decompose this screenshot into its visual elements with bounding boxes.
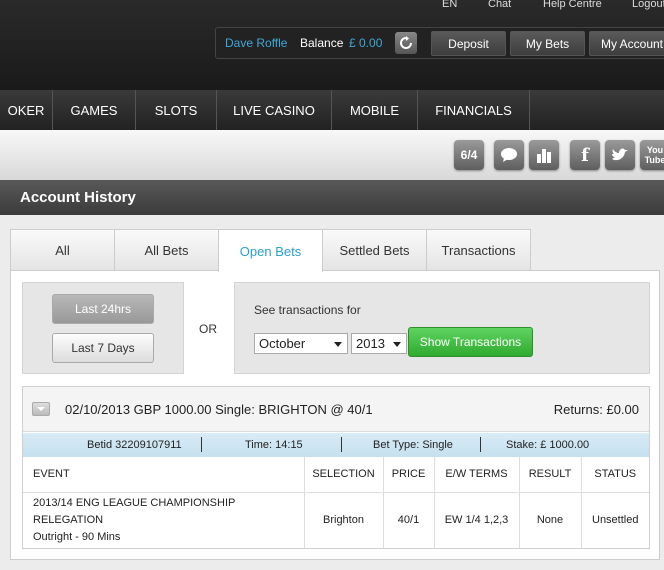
history-tabs: All All Bets Open Bets Settled Bets Tran… bbox=[10, 229, 531, 272]
nav-mobile[interactable]: MOBILE bbox=[332, 90, 418, 130]
see-transactions-label: See transactions for bbox=[254, 303, 361, 317]
account-bar: Dave Roffle Balance £ 0.00 Deposit My Be… bbox=[215, 27, 664, 59]
tab-all-bets[interactable]: All Bets bbox=[114, 229, 219, 271]
deposit-button[interactable]: Deposit bbox=[431, 31, 506, 56]
stats-icon[interactable] bbox=[529, 140, 559, 170]
tab-transactions[interactable]: Transactions bbox=[426, 229, 531, 271]
site-header: EN Chat Help Centre Logout Dave Roffle B… bbox=[0, 0, 664, 90]
facebook-icon[interactable]: f bbox=[570, 140, 600, 170]
show-transactions-button[interactable]: Show Transactions bbox=[408, 327, 533, 357]
nav-financials[interactable]: FINANCIALS bbox=[418, 90, 530, 130]
year-select[interactable]: 2013 bbox=[351, 333, 407, 354]
cell-event: 2013/14 ENG LEAGUE CHAMPIONSHIP RELEGATI… bbox=[23, 492, 305, 548]
username[interactable]: Dave Roffle bbox=[225, 36, 287, 50]
cell-result: None bbox=[519, 492, 582, 548]
bet-header[interactable]: 02/10/2013 GBP 1000.00 Single: BRIGHTON … bbox=[23, 387, 649, 432]
bet-type: Bet Type: Single bbox=[373, 439, 453, 451]
nav-poker[interactable]: OKER bbox=[0, 90, 53, 130]
tab-settled-bets[interactable]: Settled Bets bbox=[322, 229, 427, 271]
event-market: Outright - 90 Mins bbox=[33, 530, 121, 543]
chevron-down-icon bbox=[334, 342, 342, 347]
month-value: October bbox=[259, 336, 306, 351]
twitter-icon[interactable] bbox=[605, 140, 635, 170]
refresh-balance-button[interactable] bbox=[395, 32, 417, 54]
table-header-row: EVENT SELECTION PRICE E/W TERMS RESULT S… bbox=[23, 457, 649, 493]
content-area: All All Bets Open Bets Settled Bets Tran… bbox=[0, 215, 664, 570]
cell-selection: Brighton bbox=[304, 492, 384, 548]
language-link[interactable]: EN bbox=[442, 0, 457, 10]
nav-games[interactable]: GAMES bbox=[53, 90, 136, 130]
top-links: EN Chat Help Centre Logout bbox=[0, 0, 664, 12]
nav-slots[interactable]: SLOTS bbox=[136, 90, 217, 130]
year-value: 2013 bbox=[356, 336, 385, 351]
bet-id: Betid 32209107911 bbox=[87, 439, 182, 451]
balance-label: Balance bbox=[300, 36, 344, 50]
event-name: 2013/14 ENG LEAGUE CHAMPIONSHIP RELEGATI… bbox=[33, 496, 236, 526]
odds-format-button[interactable]: 6/4 bbox=[454, 140, 484, 170]
page-title: Account History bbox=[0, 180, 664, 215]
month-select[interactable]: October bbox=[254, 333, 348, 354]
tab-panel: Last 24hrs Last 7 Days OR See transactio… bbox=[10, 270, 660, 560]
col-ew-terms: E/W TERMS bbox=[434, 457, 520, 493]
nav-live-casino[interactable]: LIVE CASINO bbox=[217, 90, 332, 130]
bet-summary: 02/10/2013 GBP 1000.00 Single: BRIGHTON … bbox=[65, 402, 373, 417]
bet-details-table: EVENT SELECTION PRICE E/W TERMS RESULT S… bbox=[23, 457, 649, 548]
col-price: PRICE bbox=[383, 457, 435, 493]
my-bets-button[interactable]: My Bets bbox=[510, 31, 585, 56]
bet-returns: Returns: £0.00 bbox=[553, 402, 639, 417]
bet-stake: Stake: £ 1000.00 bbox=[506, 439, 590, 451]
col-status: STATUS bbox=[581, 457, 649, 493]
col-selection: SELECTION bbox=[304, 457, 384, 493]
chat-bubble-icon[interactable] bbox=[494, 140, 524, 170]
refresh-icon bbox=[400, 36, 412, 49]
tab-open-bets[interactable]: Open Bets bbox=[218, 229, 323, 272]
my-account-button[interactable]: My Account bbox=[589, 31, 664, 56]
bet-info-bar: Betid 32209107911 Time: 14:15 Bet Type: … bbox=[23, 433, 649, 457]
help-centre-link[interactable]: Help Centre bbox=[543, 0, 602, 10]
or-label: OR bbox=[199, 322, 217, 336]
col-result: RESULT bbox=[519, 457, 582, 493]
youtube-icon[interactable]: You Tube bbox=[640, 140, 664, 170]
cell-status: Unsettled bbox=[592, 514, 639, 527]
main-nav: OKER GAMES SLOTS LIVE CASINO MOBILE FINA… bbox=[0, 90, 664, 130]
social-bar: 6/4 f You Tube bbox=[0, 130, 664, 180]
collapse-toggle-icon[interactable] bbox=[32, 402, 50, 416]
col-event: EVENT bbox=[23, 457, 305, 493]
logout-link[interactable]: Logout bbox=[632, 0, 664, 10]
chat-link[interactable]: Chat bbox=[488, 0, 511, 10]
last-7-days-button[interactable]: Last 7 Days bbox=[52, 333, 154, 363]
table-row: 2013/14 ENG LEAGUE CHAMPIONSHIP RELEGATI… bbox=[23, 492, 649, 548]
cell-ew-terms: EW 1/4 1,2,3 bbox=[434, 492, 520, 548]
last-24hrs-button[interactable]: Last 24hrs bbox=[52, 294, 154, 324]
bet-time: Time: 14:15 bbox=[245, 439, 303, 451]
month-filter: See transactions for October 2013 Show T… bbox=[234, 282, 650, 374]
bet-card: 02/10/2013 GBP 1000.00 Single: BRIGHTON … bbox=[22, 386, 650, 549]
tab-all[interactable]: All bbox=[10, 229, 115, 271]
quick-range-filter: Last 24hrs Last 7 Days bbox=[22, 282, 184, 374]
balance-value: £ 0.00 bbox=[349, 36, 383, 50]
chevron-down-icon bbox=[393, 342, 401, 347]
cell-price: 40/1 bbox=[383, 492, 435, 548]
